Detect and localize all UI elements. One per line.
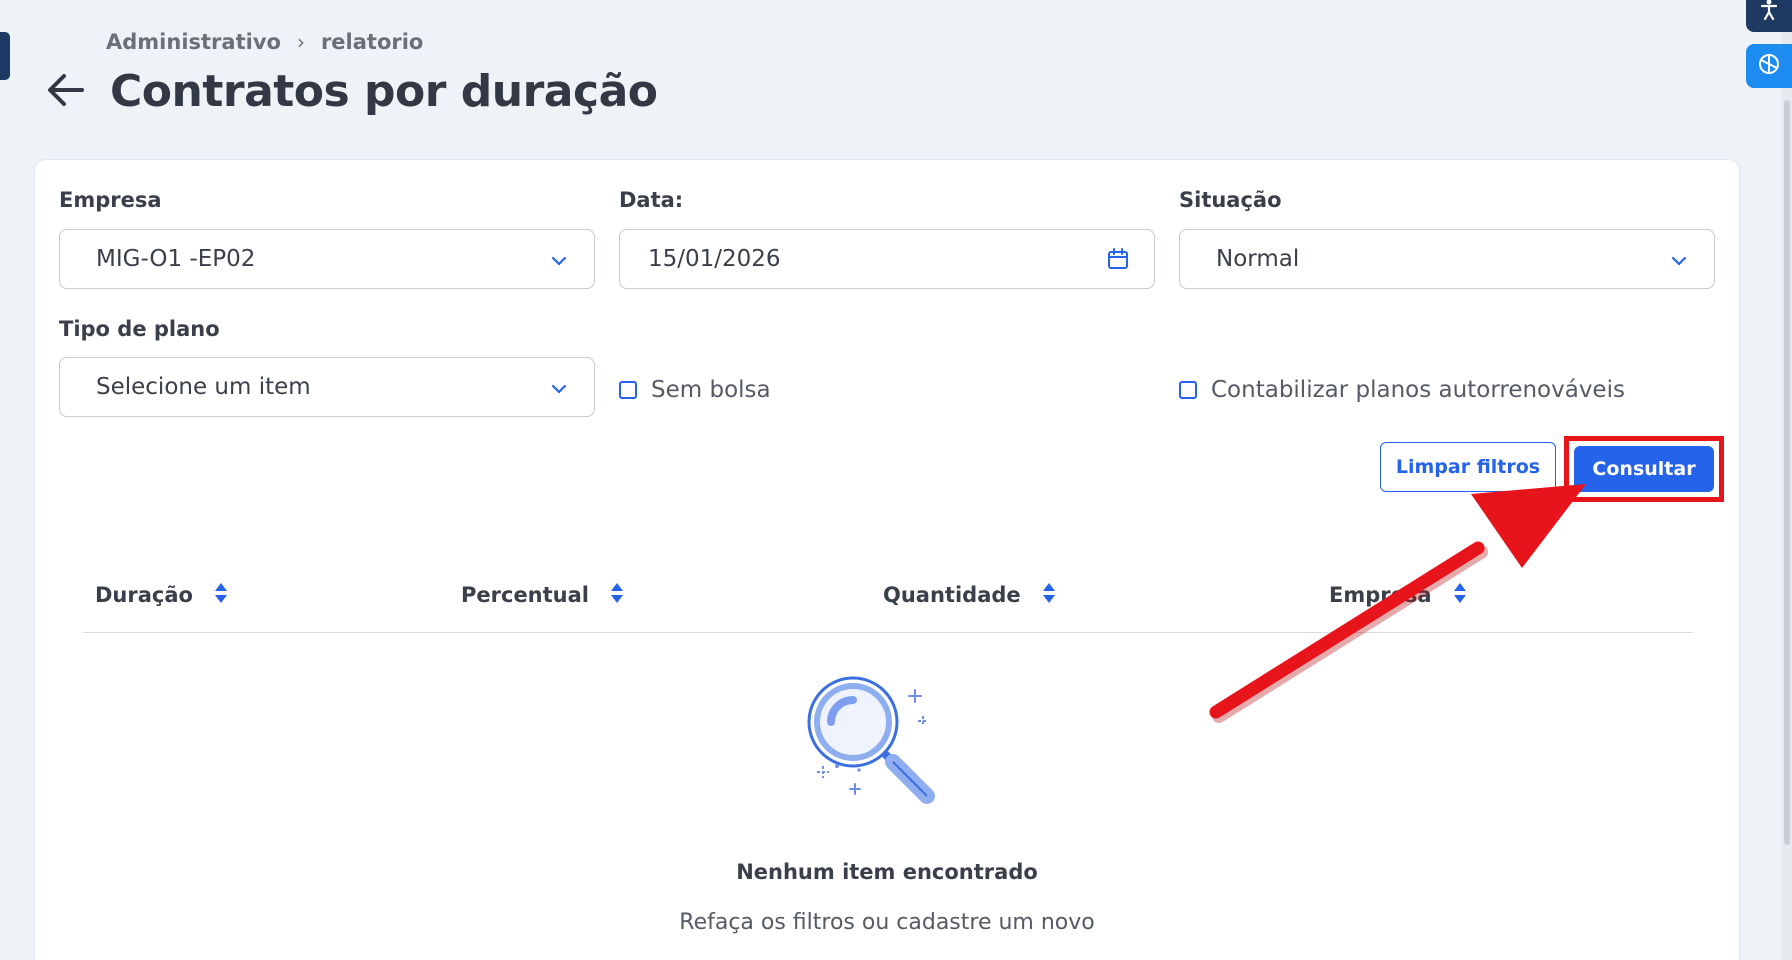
autorrenovaveis-label[interactable]: Contabilizar planos autorrenováveis (1211, 377, 1625, 403)
column-header-duracao[interactable]: Duração (95, 571, 229, 619)
scrollbar-track[interactable] (1782, 0, 1792, 960)
date-value: 15/01/2026 (648, 246, 781, 272)
page-title: Contratos por duração (110, 66, 658, 117)
tipo-plano-select[interactable]: Selecione um item (59, 357, 595, 417)
highlight-box: Consultar (1564, 436, 1724, 502)
calendar-icon[interactable] (1106, 247, 1130, 277)
empresa-value: MIG-O1 -EP02 (96, 246, 256, 272)
column-label: Quantidade (883, 583, 1021, 607)
breadcrumb-current: relatorio (320, 30, 424, 54)
breadcrumb: Administrativo › relatorio (106, 30, 423, 54)
empty-state-title: Nenhum item encontrado (736, 860, 1038, 884)
magnifier-illustration (803, 670, 963, 834)
tipo-plano-value: Selecione um item (96, 374, 311, 400)
column-label: Percentual (461, 583, 589, 607)
accessibility-icon (1759, 0, 1779, 24)
autorrenovaveis-checkbox[interactable] (1179, 381, 1197, 399)
empresa-select[interactable]: MIG-O1 -EP02 (59, 229, 595, 289)
column-label: Empresa (1329, 583, 1432, 607)
breadcrumb-separator: › (296, 30, 305, 54)
situacao-value: Normal (1216, 246, 1300, 272)
date-input[interactable]: 15/01/2026 (619, 229, 1155, 289)
sem-bolsa-option[interactable]: Sem bolsa (619, 377, 771, 403)
clear-filters-button[interactable]: Limpar filtros (1380, 442, 1556, 492)
sem-bolsa-label[interactable]: Sem bolsa (651, 377, 771, 403)
back-arrow-icon (46, 73, 84, 111)
tipo-plano-label: Tipo de plano (59, 317, 220, 341)
scrollbar-thumb[interactable] (1784, 100, 1790, 845)
empresa-label: Empresa (59, 188, 162, 212)
sort-icon[interactable] (1452, 582, 1468, 609)
chevron-down-icon (550, 378, 568, 404)
column-header-quantidade[interactable]: Quantidade (883, 571, 1057, 619)
sort-icon[interactable] (1041, 582, 1057, 609)
column-label: Duração (95, 583, 193, 607)
data-label: Data: (619, 188, 684, 212)
consultar-button[interactable]: Consultar (1574, 446, 1714, 492)
chevron-down-icon (1670, 250, 1688, 276)
chatgpt-icon (1756, 51, 1782, 81)
back-button[interactable] (42, 69, 88, 115)
column-header-percentual[interactable]: Percentual (461, 571, 625, 619)
autorrenovaveis-option[interactable]: Contabilizar planos autorrenováveis (1179, 377, 1625, 403)
situacao-label: Situação (1179, 188, 1282, 212)
sort-icon[interactable] (213, 582, 229, 609)
breadcrumb-parent[interactable]: Administrativo (106, 30, 281, 54)
situacao-select[interactable]: Normal (1179, 229, 1715, 289)
table-header: Duração Percentual Quantidade Empresa (83, 571, 1693, 633)
filter-card: Empresa MIG-O1 -EP02 Data: 15/01/2026 Si… (34, 159, 1740, 960)
chatgpt-button[interactable] (1746, 44, 1792, 88)
accessibility-button[interactable] (1746, 0, 1792, 32)
chevron-down-icon (550, 250, 568, 276)
column-header-empresa[interactable]: Empresa (1329, 571, 1468, 619)
left-edge-tab[interactable] (0, 32, 10, 80)
title-row: Contratos por duração (42, 66, 658, 117)
empty-state-subtitle: Refaça os filtros ou cadastre um novo (679, 910, 1095, 935)
sem-bolsa-checkbox[interactable] (619, 381, 637, 399)
sort-icon[interactable] (609, 582, 625, 609)
